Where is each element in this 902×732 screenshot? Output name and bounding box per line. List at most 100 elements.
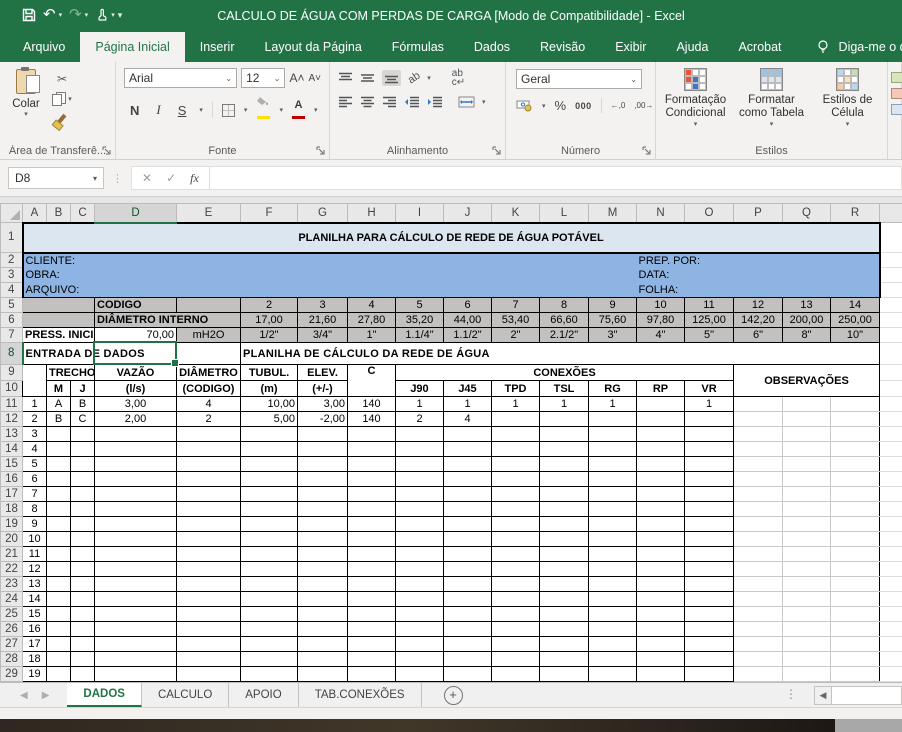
cell[interactable] (540, 622, 589, 637)
cell[interactable] (880, 502, 902, 517)
column-header-G[interactable]: G (298, 204, 348, 223)
cell[interactable] (348, 457, 396, 472)
cell[interactable] (492, 607, 540, 622)
cell[interactable] (71, 457, 95, 472)
cell[interactable]: 200,00 (783, 313, 831, 328)
cell[interactable] (831, 667, 880, 682)
cell[interactable]: 140 (348, 412, 396, 427)
cell[interactable] (47, 427, 71, 442)
cell[interactable] (298, 457, 348, 472)
cell[interactable] (685, 577, 734, 592)
row-header-10[interactable]: 10 (1, 381, 23, 397)
cell[interactable] (71, 577, 95, 592)
cell[interactable] (831, 622, 880, 637)
copy-button[interactable]: ▾ (52, 90, 72, 107)
cell[interactable] (783, 487, 831, 502)
cell[interactable] (177, 442, 241, 457)
cell[interactable] (444, 427, 492, 442)
cell[interactable]: 8 (23, 502, 47, 517)
cell[interactable]: 4 (348, 298, 396, 313)
cell[interactable] (177, 502, 241, 517)
cell[interactable] (734, 577, 783, 592)
cell[interactable] (783, 637, 831, 652)
cell[interactable] (348, 577, 396, 592)
cell[interactable] (589, 472, 637, 487)
alignment-dialog-launcher-icon[interactable] (492, 146, 502, 156)
paste-button[interactable]: Colar ▾ (0, 66, 52, 141)
cell[interactable] (241, 652, 298, 667)
cell[interactable] (492, 412, 540, 427)
cell[interactable] (783, 397, 831, 412)
cell[interactable] (540, 607, 589, 622)
cell[interactable] (298, 637, 348, 652)
accounting-format-icon[interactable] (516, 99, 533, 112)
cell[interactable]: mH2O (177, 328, 241, 343)
cell[interactable]: 27,80 (348, 313, 396, 328)
cell[interactable] (734, 637, 783, 652)
cell[interactable] (637, 427, 685, 442)
font-family-select[interactable]: Arial⌄ (124, 68, 237, 88)
cell-entrada-de-dados[interactable]: ENTRADA DE DADOS (23, 343, 241, 365)
cell[interactable]: 11 (23, 547, 47, 562)
cell[interactable] (589, 502, 637, 517)
horizontal-scrollbar[interactable]: ◀ (814, 686, 902, 705)
column-header-Q[interactable]: Q (783, 204, 831, 223)
cell[interactable]: 12 (734, 298, 783, 313)
cell[interactable]: 1 (685, 397, 734, 412)
add-sheet-button[interactable]: + (444, 683, 463, 707)
cell[interactable]: DATA: (637, 268, 880, 283)
cell[interactable] (734, 397, 783, 412)
cell[interactable] (95, 457, 177, 472)
accounting-dropdown-icon[interactable]: ▾ (542, 102, 546, 110)
cell[interactable] (637, 547, 685, 562)
cell[interactable]: 125,00 (685, 313, 734, 328)
cell[interactable] (880, 517, 902, 532)
cell[interactable] (444, 472, 492, 487)
cell[interactable] (783, 427, 831, 442)
cell[interactable]: 4 (444, 412, 492, 427)
cell[interactable] (71, 442, 95, 457)
cell[interactable] (492, 667, 540, 682)
cell[interactable]: ARQUIVO: (23, 283, 637, 298)
cell[interactable] (492, 577, 540, 592)
cell[interactable] (685, 607, 734, 622)
cell[interactable] (492, 547, 540, 562)
ribbon-tab-ajuda[interactable]: Ajuda (661, 32, 723, 62)
cell[interactable]: J45 (444, 381, 492, 397)
select-all-button[interactable] (1, 204, 23, 223)
cell[interactable] (95, 502, 177, 517)
cell[interactable]: 2.1/2" (540, 328, 589, 343)
cell[interactable]: PREP. POR: (637, 253, 880, 268)
cell[interactable] (831, 427, 880, 442)
sheet-nav-left-icon[interactable]: ◀ (20, 690, 28, 701)
column-header-K[interactable]: K (492, 204, 540, 223)
cell[interactable]: 10" (831, 328, 880, 343)
cell[interactable] (831, 532, 880, 547)
cell[interactable] (177, 487, 241, 502)
cell[interactable] (589, 607, 637, 622)
cell[interactable] (880, 381, 902, 397)
cell[interactable] (831, 607, 880, 622)
cell[interactable] (348, 607, 396, 622)
cell[interactable] (47, 607, 71, 622)
cell[interactable]: 9 (589, 298, 637, 313)
cell[interactable] (241, 487, 298, 502)
cell[interactable] (589, 517, 637, 532)
cell[interactable] (637, 637, 685, 652)
cell[interactable] (71, 532, 95, 547)
name-box[interactable]: D8▾ (8, 167, 104, 189)
cell[interactable] (492, 532, 540, 547)
cell[interactable] (734, 502, 783, 517)
cell[interactable] (47, 667, 71, 682)
cell[interactable] (783, 412, 831, 427)
cell[interactable] (540, 442, 589, 457)
cell[interactable] (241, 577, 298, 592)
cell[interactable]: (l/s) (95, 381, 177, 397)
cell[interactable] (47, 637, 71, 652)
row-header-1[interactable]: 1 (1, 223, 23, 253)
cell[interactable] (685, 457, 734, 472)
cell[interactable] (23, 298, 95, 313)
cell[interactable] (492, 637, 540, 652)
cell[interactable] (241, 532, 298, 547)
cell[interactable] (637, 667, 685, 682)
